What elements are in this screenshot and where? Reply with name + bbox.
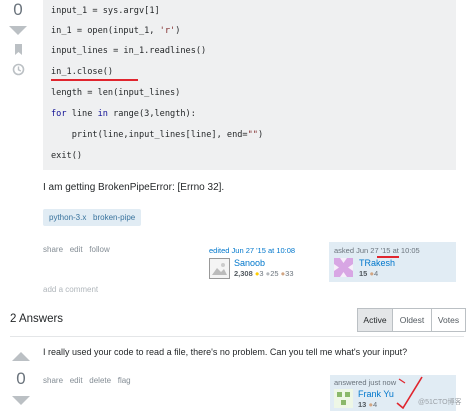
- question-body-text: I am getting BrokenPipeError: [Errno 32]…: [43, 182, 225, 193]
- question-post-menu: share edit follow: [43, 245, 110, 254]
- history-icon[interactable]: [12, 63, 25, 76]
- code-line-7: print(line,input_lines[line], end=""): [51, 130, 264, 140]
- code-block: input_1 = sys.argv[1] in_1 = open(input_…: [43, 0, 456, 170]
- code-line-2: in_1 = open(input_1, 'r'): [51, 26, 181, 36]
- code-line-6: for line in range(3,length):: [51, 109, 196, 119]
- divider: [10, 336, 464, 337]
- code-line-8: exit(): [51, 151, 83, 161]
- code-line-1: input_1 = sys.argv[1]: [51, 6, 160, 16]
- answer-vote-count: 0: [16, 369, 26, 388]
- tab-votes[interactable]: Votes: [431, 308, 466, 332]
- downvote-button[interactable]: [9, 26, 27, 35]
- code-line-3: input_lines = in_1.readlines(): [51, 46, 207, 56]
- tag-python-3x[interactable]: python-3.x: [43, 209, 93, 226]
- follow-link[interactable]: follow: [89, 245, 109, 254]
- editor-action-time[interactable]: edited Jun 27 '15 at 10:08: [209, 246, 295, 255]
- answers-count: 2 Answers: [10, 313, 64, 325]
- avatar[interactable]: [334, 258, 353, 277]
- red-underline-annotation: [51, 79, 138, 81]
- share-link[interactable]: share: [43, 376, 63, 385]
- code-line-4: in_1.close(): [51, 67, 114, 77]
- avatar[interactable]: [334, 389, 353, 408]
- asked-time: asked Jun 27 '15 at 10:05: [334, 246, 420, 255]
- flag-link[interactable]: flag: [118, 376, 131, 385]
- delete-link[interactable]: delete: [89, 376, 111, 385]
- answer-author-reputation: 13 ●4: [358, 400, 378, 409]
- asker-name[interactable]: TRakesh: [359, 258, 395, 268]
- upvote-button[interactable]: [12, 352, 30, 361]
- tab-oldest[interactable]: Oldest: [392, 308, 432, 332]
- watermark: @51CTO博客: [418, 399, 462, 406]
- question-vote-count: 0: [13, 0, 23, 19]
- answered-time: answered just now: [334, 378, 397, 387]
- tag-broken-pipe[interactable]: broken-pipe: [87, 209, 142, 226]
- tab-active[interactable]: Active: [357, 308, 393, 332]
- editor-name[interactable]: Sanoob: [234, 258, 265, 268]
- editor-reputation: 2,308 ●3 ●25 ●33: [234, 269, 294, 278]
- answer-author-name[interactable]: Frank Yu: [358, 389, 394, 399]
- answer-post-menu: share edit delete flag: [43, 376, 131, 385]
- avatar[interactable]: [209, 258, 230, 279]
- code-line-5: length = len(input_lines): [51, 88, 181, 98]
- bookmark-icon[interactable]: [14, 44, 23, 56]
- downvote-button[interactable]: [12, 396, 30, 405]
- edit-link[interactable]: edit: [70, 245, 83, 254]
- share-link[interactable]: share: [43, 245, 63, 254]
- add-comment-link[interactable]: add a comment: [43, 285, 98, 294]
- edit-link[interactable]: edit: [70, 376, 83, 385]
- asker-reputation: 15 ●4: [359, 269, 379, 278]
- answer-body-text: I really used your code to read a file, …: [43, 347, 408, 357]
